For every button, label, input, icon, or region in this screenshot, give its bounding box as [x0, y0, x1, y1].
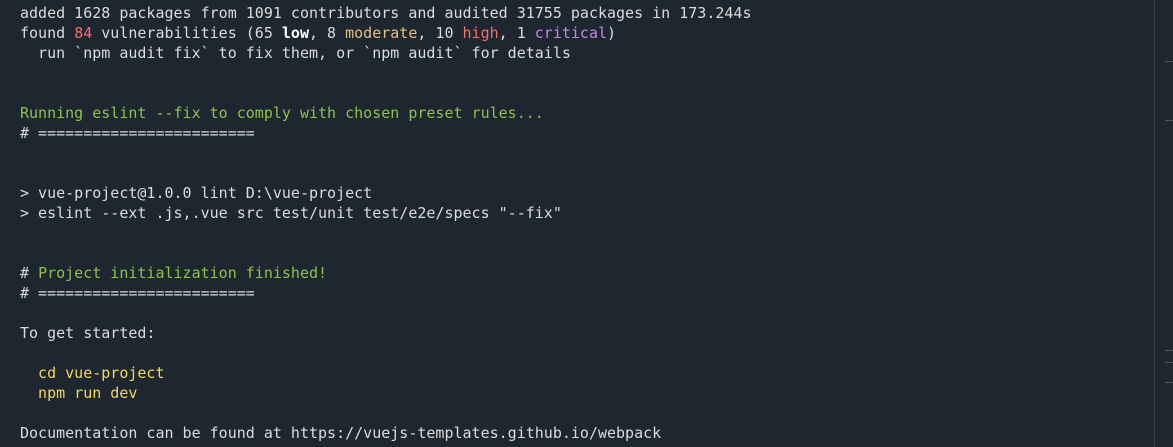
vuln-mid4: , 1	[498, 24, 535, 42]
scrollbar-marker	[1165, 350, 1173, 351]
get-started-line: To get started:	[20, 324, 156, 342]
documentation-line: Documentation can be found at https://vu…	[20, 424, 662, 442]
hash-prefix: #	[20, 264, 39, 282]
vulnerability-summary-line: found 84 vulnerabilities (65 low, 8 mode…	[20, 23, 1150, 43]
terminal-window[interactable]: added 1628 packages from 1091 contributo…	[0, 0, 1173, 447]
vuln-low-label: low	[281, 24, 309, 42]
install-summary-line: added 1628 packages from 1091 contributo…	[20, 4, 752, 22]
init-finished-text: Project initialization finished!	[38, 264, 328, 282]
eslint-command-line: > eslint --ext .js,.vue src test/unit te…	[20, 204, 562, 222]
vuln-count: 84	[74, 24, 93, 42]
vuln-suffix: )	[607, 24, 617, 42]
audit-hint-line: run `npm audit fix` to fix them, or `npm…	[20, 44, 571, 62]
cd-command-line: cd vue-project	[20, 364, 165, 382]
vuln-moderate-label: moderate	[345, 24, 418, 42]
separator-line: # ========================	[20, 284, 255, 302]
scrollbar-marker	[1165, 120, 1173, 121]
scrollbar-track[interactable]	[1155, 0, 1173, 447]
scrollbar-marker	[1165, 61, 1173, 62]
lint-command-line: > vue-project@1.0.0 lint D:\vue-project	[20, 184, 373, 202]
vuln-critical-label: critical	[534, 24, 608, 42]
init-finished-line: # Project initialization finished!	[20, 263, 1150, 283]
vuln-mid1: vulnerabilities (65	[92, 24, 282, 42]
scrollbar-marker	[1165, 382, 1173, 383]
eslint-running-line: Running eslint --fix to comply with chos…	[20, 104, 544, 122]
vuln-mid3: , 10	[417, 24, 463, 42]
scrollbar-marker	[1165, 362, 1173, 363]
vuln-mid2: , 8	[309, 24, 346, 42]
vuln-high-label: high	[462, 24, 499, 42]
vuln-prefix: found	[20, 24, 75, 42]
terminal-output: added 1628 packages from 1091 contributo…	[20, 3, 1150, 443]
separator-line: # ========================	[20, 124, 255, 142]
npm-run-dev-line: npm run dev	[20, 384, 138, 402]
